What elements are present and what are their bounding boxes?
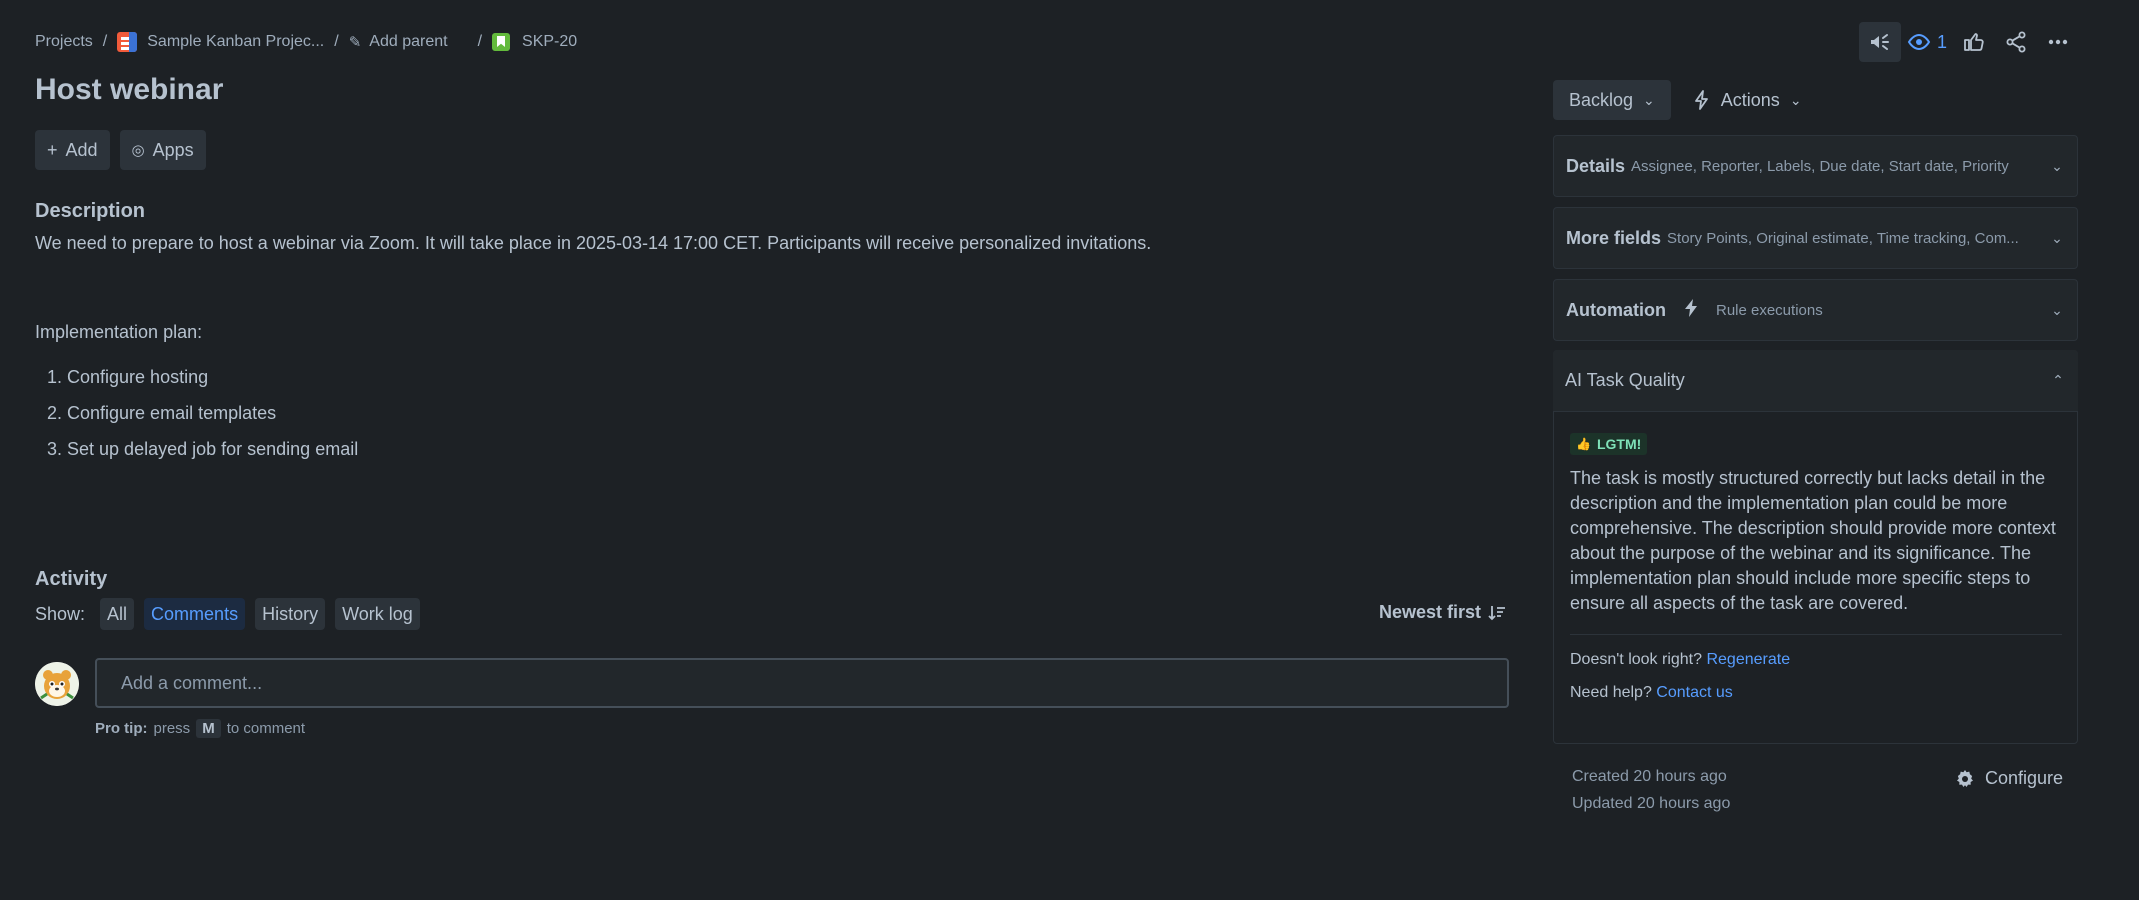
watchers-count: 1 xyxy=(1936,31,1947,52)
activity-filters: Show: All Comments History Work log xyxy=(35,598,420,630)
chevron-down-icon: ⌄ xyxy=(1643,91,1655,108)
pro-tip: Pro tip: press M to comment xyxy=(95,719,305,738)
apps-button-label: Apps xyxy=(152,139,194,160)
description-heading: Description xyxy=(35,200,146,222)
vote-button[interactable] xyxy=(1953,22,1995,62)
breadcrumb-separator: / xyxy=(477,33,483,50)
comment-input[interactable]: Add a comment... xyxy=(95,658,1509,708)
breadcrumb-separator: / xyxy=(334,33,339,50)
activity-heading: Activity xyxy=(35,568,108,590)
issue-toolbar: + Add ◎ Apps xyxy=(35,130,206,170)
eye-icon xyxy=(1907,33,1931,51)
breadcrumb: Projects / Sample Kanban Projec... / ✎ A… xyxy=(35,30,577,54)
lgtm-label: LGTM! xyxy=(1596,436,1642,452)
project-icon xyxy=(117,32,138,52)
more-fields-summary: Story Points, Original estimate, Time tr… xyxy=(1667,229,2019,247)
updated-timestamp: Updated 20 hours ago xyxy=(1572,795,1731,812)
lightning-icon xyxy=(1684,298,1698,322)
lgtm-badge: 👍 LGTM! xyxy=(1570,433,1648,455)
chevron-up-icon: ⌃ xyxy=(2052,372,2064,388)
share-icon xyxy=(2006,31,2026,53)
more-actions-button[interactable] xyxy=(2037,22,2079,62)
configure-label: Configure xyxy=(1985,768,2064,788)
divider xyxy=(1570,634,2062,635)
megaphone-button[interactable] xyxy=(1858,22,1901,62)
pencil-icon: ✎ xyxy=(348,34,362,51)
status-dropdown[interactable]: Backlog ⌄ xyxy=(1553,80,1671,120)
more-icon xyxy=(2048,39,2068,45)
regenerate-line: Doesn't look right? Regenerate xyxy=(1570,651,1790,669)
ai-quality-title: AI Task Quality xyxy=(1565,370,1685,390)
description-text[interactable]: We need to prepare to host a webinar via… xyxy=(35,233,1151,254)
sort-order-button[interactable]: Newest first xyxy=(1379,602,1507,623)
breadcrumb-separator: / xyxy=(102,33,108,50)
add-parent-link[interactable]: Add parent xyxy=(369,33,447,51)
ai-quality-header[interactable]: AI Task Quality ⌃ xyxy=(1553,350,2078,412)
share-button[interactable] xyxy=(1995,22,2037,62)
plan-item: 3. Set up delayed job for sending email xyxy=(47,439,359,459)
more-fields-panel[interactable]: More fields Story Points, Original estim… xyxy=(1553,207,2078,269)
actions-dropdown[interactable]: Actions ⌄ xyxy=(1685,80,1810,120)
avatar xyxy=(35,662,79,706)
implementation-plan: 1. Configure hosting 2. Configure email … xyxy=(47,365,358,473)
breadcrumb-project[interactable]: Sample Kanban Projec... xyxy=(147,33,324,51)
automation-title: Automation xyxy=(1566,299,1666,320)
chevron-down-icon: ⌄ xyxy=(1789,91,1802,108)
filter-history[interactable]: History xyxy=(255,598,326,630)
megaphone-icon xyxy=(1870,34,1889,50)
status-row: Backlog ⌄ Actions ⌄ xyxy=(1553,80,1810,120)
pro-tip-press: press xyxy=(153,720,191,737)
regenerate-prompt: Doesn't look right? xyxy=(1570,651,1703,668)
thumbs-up-emoji-icon: 👍 xyxy=(1576,437,1591,451)
issue-header-actions: 1 xyxy=(1858,22,2079,62)
help-line: Need help? Contact us xyxy=(1570,684,1733,702)
issue-title[interactable]: Host webinar xyxy=(35,73,223,107)
details-title: Details xyxy=(1566,155,1626,176)
status-label: Backlog xyxy=(1569,89,1634,110)
actions-label: Actions xyxy=(1720,89,1780,110)
gear-icon xyxy=(1957,769,1973,787)
add-button[interactable]: + Add xyxy=(35,130,110,170)
plus-icon: + xyxy=(47,139,58,160)
lightning-icon xyxy=(1694,90,1708,110)
shortcut-key: M xyxy=(196,719,221,738)
details-panel[interactable]: Details Assignee, Reporter, Labels, Due … xyxy=(1553,135,2078,197)
automation-panel[interactable]: Automation Rule executions ⌄ xyxy=(1553,279,2078,341)
ai-quality-text: The task is mostly structured correctly … xyxy=(1570,468,2056,613)
help-prompt: Need help? xyxy=(1570,684,1652,701)
issue-key-link[interactable]: SKP-20 xyxy=(522,33,577,51)
plan-item: 2. Configure email templates xyxy=(47,403,277,423)
sort-icon xyxy=(1488,605,1506,620)
breadcrumb-projects[interactable]: Projects xyxy=(35,33,93,51)
filter-all[interactable]: All xyxy=(100,598,135,630)
apps-icon: ◎ xyxy=(131,142,145,159)
show-label: Show: xyxy=(35,603,86,624)
thumbs-up-icon xyxy=(1964,33,1984,51)
chevron-down-icon: ⌄ xyxy=(2051,229,2063,246)
filter-comments[interactable]: Comments xyxy=(144,598,246,630)
implementation-heading: Implementation plan: xyxy=(35,322,203,342)
contact-us-link[interactable]: Contact us xyxy=(1656,684,1732,701)
comment-placeholder: Add a comment... xyxy=(121,672,263,693)
sort-order-label: Newest first xyxy=(1379,602,1482,622)
story-icon xyxy=(492,33,511,51)
configure-button[interactable]: Configure xyxy=(1955,768,2063,789)
regenerate-link[interactable]: Regenerate xyxy=(1706,651,1790,668)
chevron-down-icon: ⌄ xyxy=(2051,301,2063,318)
chevron-down-icon: ⌄ xyxy=(2051,157,2063,174)
filter-work-log[interactable]: Work log xyxy=(335,598,420,630)
details-summary: Assignee, Reporter, Labels, Due date, St… xyxy=(1631,157,2009,175)
automation-summary: Rule executions xyxy=(1715,301,1823,319)
pro-tip-label: Pro tip: xyxy=(95,720,148,737)
pro-tip-rest: to comment xyxy=(226,720,306,737)
more-fields-title: More fields xyxy=(1566,227,1662,248)
watch-button[interactable]: 1 xyxy=(1901,22,1953,62)
plan-item: 1. Configure hosting xyxy=(47,367,209,387)
created-timestamp: Created 20 hours ago xyxy=(1572,768,1727,785)
apps-button[interactable]: ◎ Apps xyxy=(119,130,206,170)
add-button-label: Add xyxy=(65,139,98,160)
